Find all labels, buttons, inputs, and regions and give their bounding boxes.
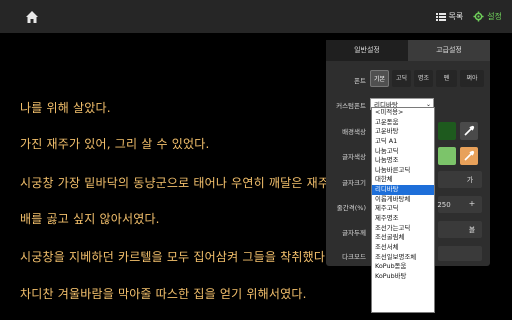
line-spacing-value: 250 (437, 201, 451, 209)
toc-button[interactable]: 목록 (435, 11, 464, 22)
line-spacing-label: 줄간격(%) (336, 204, 366, 212)
font-option-gothic[interactable]: 고딕 (392, 70, 411, 87)
toc-label: 목록 (448, 12, 464, 21)
settings-button[interactable]: 설정 (473, 11, 502, 22)
tab-general-settings[interactable]: 일반설정 (326, 40, 408, 61)
paragraph: 가진 재주가 있어, 그리 살 수 있었다. (20, 137, 210, 151)
text-size-increase-button[interactable]: 가 (463, 175, 477, 185)
font-option-jjeoa[interactable]: 쩌아 (460, 70, 484, 87)
dropdown-option[interactable]: <미적용> (372, 108, 434, 118)
dropdown-option[interactable]: 이롭게바탕체 (372, 195, 434, 205)
dropdown-option[interactable]: KoPub돋움 (372, 262, 434, 272)
dropdown-option[interactable]: KoPub바탕 (372, 272, 434, 282)
tab-advanced-settings[interactable]: 고급설정 (408, 40, 490, 61)
dropdown-option[interactable]: 고운돋움 (372, 118, 434, 128)
paragraph: 시궁창 가장 밑바닥의 동냥군으로 태어나 우연히 깨달은 재주로 (20, 176, 341, 190)
paragraph: 차디찬 겨울바람을 막아줄 따스한 집을 얻기 위해서였다. (20, 287, 307, 301)
custom-font-dropdown[interactable]: <미적용> 고운돋움 고운바탕 고딕 A1 나눔고딕 나눔명조 나눔바른고딕 대… (371, 107, 435, 313)
dropdown-option[interactable]: 제주고딕 (372, 204, 434, 214)
paragraph: 시궁창을 지베하던 카르텔을 모두 집어삼켜 그들을 착취했다. (20, 250, 330, 264)
dropdown-option-selected[interactable]: 리디바탕 (372, 185, 434, 195)
bg-color-swatch[interactable] (438, 122, 456, 140)
line-spacing-increase-button[interactable]: + (466, 199, 478, 208)
dropdown-option[interactable]: 고운바탕 (372, 127, 434, 137)
font-option-basic[interactable]: 기본 (370, 70, 389, 87)
text-weight-label: 글자두께 (342, 229, 366, 237)
dropdown-option[interactable]: 조선일보명조체 (372, 253, 434, 263)
font-label: 폰트 (354, 77, 366, 85)
text-color-swatch[interactable] (438, 147, 456, 165)
dropdown-option[interactable]: 나눔고딕 (372, 147, 434, 157)
dark-mode-label: 다크모드 (342, 253, 366, 261)
bg-color-label: 배경색상 (342, 128, 366, 136)
dropdown-option[interactable]: 조선굴림체 (372, 233, 434, 243)
text-weight-bold-button[interactable]: 볼 (465, 225, 479, 235)
dropdown-option[interactable]: 대한체 (372, 175, 434, 185)
dark-mode-toggle[interactable] (438, 246, 482, 261)
dropdown-option[interactable]: 조선서체 (372, 243, 434, 253)
dropdown-option[interactable]: 나눔명조 (372, 156, 434, 166)
font-option-pen[interactable]: 펜 (436, 70, 457, 87)
dropdown-option[interactable]: 제주명조 (372, 214, 434, 224)
text-color-picker-icon[interactable] (460, 147, 478, 165)
custom-font-label: 커스텀폰트 (336, 102, 366, 110)
bg-color-picker-icon[interactable] (460, 122, 478, 140)
top-right-menu: 목록 설정 (435, 0, 512, 33)
paragraph: 나를 위해 살았다. (20, 101, 111, 115)
text-size-label: 글자크기 (342, 179, 366, 187)
top-bar: 목록 설정 (0, 0, 512, 33)
home-icon[interactable] (24, 9, 40, 25)
dropdown-option[interactable]: 조선가는고딕 (372, 224, 434, 234)
list-icon (435, 12, 446, 21)
dropdown-option[interactable]: 나눔바른고딕 (372, 166, 434, 176)
text-color-label: 글자색상 (342, 153, 366, 161)
dropdown-option[interactable]: 고딕 A1 (372, 137, 434, 147)
paragraph: 배를 곯고 싶지 않아서였다. (20, 212, 160, 226)
gear-icon (473, 11, 484, 22)
settings-label: 설정 (487, 12, 502, 21)
font-option-myeongjo[interactable]: 명조 (414, 70, 433, 87)
